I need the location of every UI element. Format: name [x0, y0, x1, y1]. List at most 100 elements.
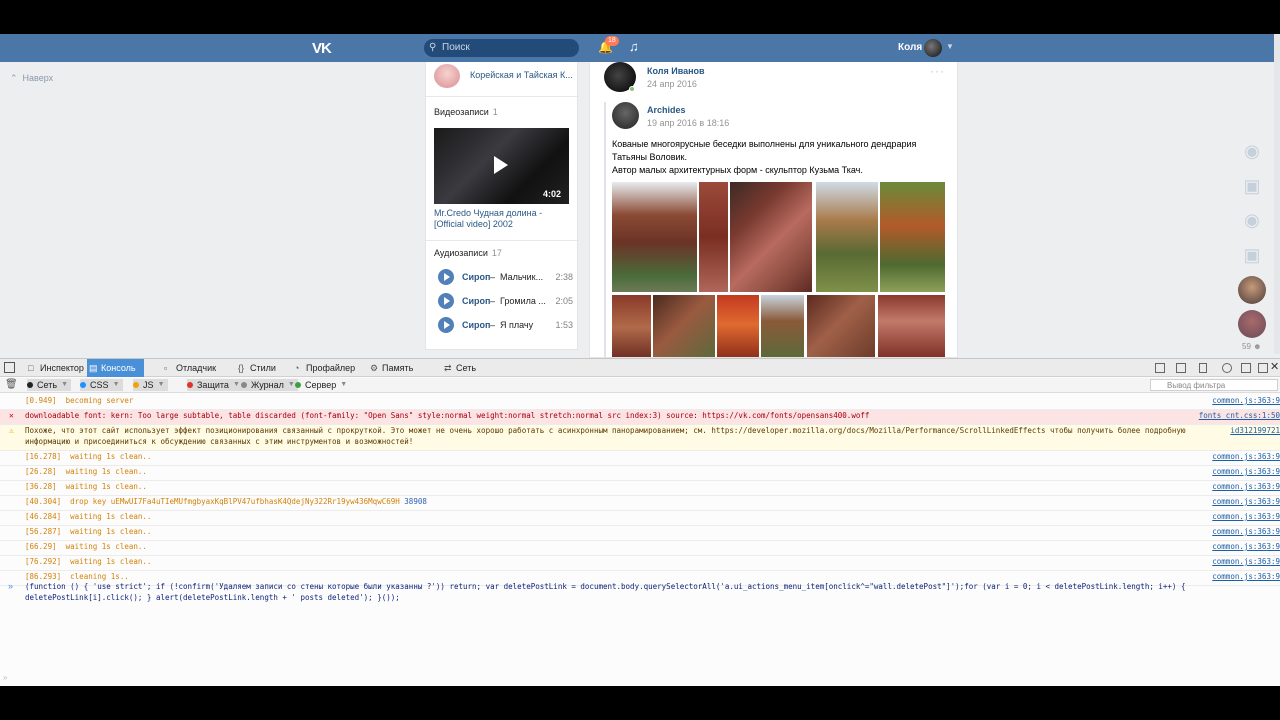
post-photo[interactable]: [730, 182, 812, 292]
video-duration: 4:02: [542, 189, 561, 199]
tab-inspector[interactable]: □ Инспектор: [26, 359, 84, 377]
split-console-icon[interactable]: [1155, 363, 1165, 373]
tab-console[interactable]: ▤ Консоль: [87, 359, 144, 377]
group-item[interactable]: Корейская и Тайская К...: [434, 64, 574, 88]
chevron-down-icon: ▼: [112, 381, 120, 388]
gear-icon[interactable]: [1222, 363, 1232, 373]
filter-output-input[interactable]: Вывод фильтра: [1150, 379, 1278, 391]
filter-label: JS: [143, 380, 154, 390]
music-icon[interactable]: ♫: [629, 39, 639, 54]
tab-network[interactable]: ⇄ Сеть: [442, 359, 476, 377]
audio-title: Мальчик...: [500, 272, 544, 282]
friends-count[interactable]: 59 ☻: [1242, 342, 1262, 351]
post-date[interactable]: 24 апр 2016: [647, 79, 697, 89]
close-icon[interactable]: ✕: [1270, 360, 1279, 373]
chevron-down-icon[interactable]: ▼: [946, 42, 954, 51]
console-source-link[interactable]: common.js:363:9: [1212, 526, 1280, 537]
post-photo[interactable]: [761, 295, 804, 357]
vk-logo[interactable]: VK: [312, 40, 332, 57]
post-photo[interactable]: [816, 182, 878, 292]
trash-icon[interactable]: 🗑: [5, 379, 18, 390]
dog-icon[interactable]: ◉: [1238, 137, 1266, 165]
console-source-link[interactable]: common.js:363:9: [1212, 556, 1280, 567]
post-photo[interactable]: [653, 295, 715, 357]
audio-dash: –: [490, 296, 496, 306]
element-picker-icon[interactable]: [4, 362, 15, 373]
repost-author[interactable]: Archides: [647, 105, 686, 115]
console-source-link[interactable]: common.js:363:9: [1212, 511, 1280, 522]
post-photo[interactable]: [878, 295, 945, 357]
more-icon[interactable]: ···: [930, 64, 945, 78]
audios-header[interactable]: Аудиозаписи 17: [434, 248, 502, 258]
avatar[interactable]: [1238, 276, 1266, 304]
notification-badge: 18: [605, 36, 619, 46]
user-name[interactable]: Коля: [898, 42, 922, 53]
tab-label: Отладчик: [176, 363, 217, 373]
audio-row[interactable]: Сироп – Мальчик... 2:38: [438, 269, 573, 285]
video-thumbnail[interactable]: 4:02: [434, 128, 569, 204]
filter-server[interactable]: Сервер ▼: [295, 379, 350, 391]
search-placeholder: Поиск: [442, 42, 470, 53]
responsive-icon[interactable]: [1199, 363, 1207, 373]
audio-duration: 2:05: [555, 296, 573, 306]
tab-debugger[interactable]: ▫ Отладчик: [162, 359, 216, 377]
avatar[interactable]: [924, 39, 942, 57]
post-author[interactable]: Коля Иванов: [647, 66, 705, 76]
camera-icon[interactable]: ▣: [1238, 172, 1266, 200]
console-source-link[interactable]: id312199721: [1230, 425, 1280, 436]
repost-author-avatar[interactable]: [612, 102, 639, 129]
dock-window-icon[interactable]: [1258, 363, 1268, 373]
play-button[interactable]: [438, 293, 454, 309]
console-source-link[interactable]: common.js:363:9: [1212, 541, 1280, 552]
audio-row[interactable]: Сироп – Я плачу 1:53: [438, 317, 573, 333]
console-command[interactable]: (function () { 'use strict'; if (!confir…: [25, 581, 1265, 603]
chevron-down-icon: ▼: [61, 381, 69, 388]
avatar[interactable]: [1238, 310, 1266, 338]
dock-icon[interactable]: [1176, 363, 1186, 373]
videos-header[interactable]: Видеозаписи 1: [434, 107, 498, 117]
console-source-link[interactable]: common.js:363:9: [1212, 481, 1280, 492]
post-photo[interactable]: [807, 295, 875, 357]
post-photo[interactable]: [717, 295, 759, 357]
chevron-down-icon: ▼: [287, 381, 295, 388]
console-source-link[interactable]: common.js:363:9: [1212, 466, 1280, 477]
group-name: Корейская и Тайская К...: [470, 70, 573, 80]
search-input[interactable]: ⚲ Поиск: [424, 39, 579, 57]
tab-styles[interactable]: {} Стили: [236, 359, 276, 377]
console-source-link[interactable]: common.js:363:9: [1212, 395, 1280, 406]
video-title-link[interactable]: Mr.Credo Чудная долина - [Official video…: [434, 208, 572, 230]
repost-date[interactable]: 19 апр 2016 в 18:16: [647, 118, 729, 128]
audio-row[interactable]: Сироп – Громила ... 2:05: [438, 293, 573, 309]
videos-count: 1: [492, 107, 498, 117]
post-photo[interactable]: [612, 295, 651, 357]
filter-label: CSS: [90, 380, 109, 390]
filter-label: Сервер: [305, 380, 337, 390]
console-source-link[interactable]: common.js:363:9: [1212, 451, 1280, 462]
filter-net[interactable]: Сеть ▼: [27, 379, 72, 391]
back-to-top-link[interactable]: ⌃ Наверх: [10, 73, 53, 84]
audio-artist: Сироп: [462, 272, 491, 282]
page-scrollbar[interactable]: [1274, 34, 1280, 354]
tab-memory[interactable]: ⚙ Память: [368, 359, 413, 377]
js-dot-icon: [133, 382, 139, 388]
tab-profiler[interactable]: ◔ Профайлер: [292, 359, 355, 377]
dog-icon[interactable]: ◉: [1238, 206, 1266, 234]
console-message: [46.284] waiting 1s clean.. common.js:363…: [0, 511, 1280, 526]
filter-log[interactable]: Журнал ▼: [241, 379, 298, 391]
filter-security[interactable]: Защита ▼: [187, 379, 243, 391]
play-button[interactable]: [438, 269, 454, 285]
post-photo[interactable]: [612, 182, 697, 292]
console-source-link[interactable]: common.js:363:9: [1212, 496, 1280, 507]
console-input[interactable]: »: [3, 673, 7, 682]
console-source-link[interactable]: fonts_cnt.css:1:50: [1199, 410, 1280, 421]
camera-icon[interactable]: ▣: [1238, 241, 1266, 269]
post-photo[interactable]: [880, 182, 945, 292]
dock-side-icon[interactable]: [1241, 363, 1251, 373]
filter-css[interactable]: CSS ▼: [80, 379, 123, 391]
console-message-text: [0.949] becoming server: [25, 396, 134, 405]
post-photo[interactable]: [699, 182, 728, 292]
filter-js[interactable]: JS ▼: [133, 379, 168, 391]
tab-label: Профайлер: [306, 363, 356, 373]
play-button[interactable]: [438, 317, 454, 333]
chevron-down-icon: ▼: [157, 381, 165, 388]
